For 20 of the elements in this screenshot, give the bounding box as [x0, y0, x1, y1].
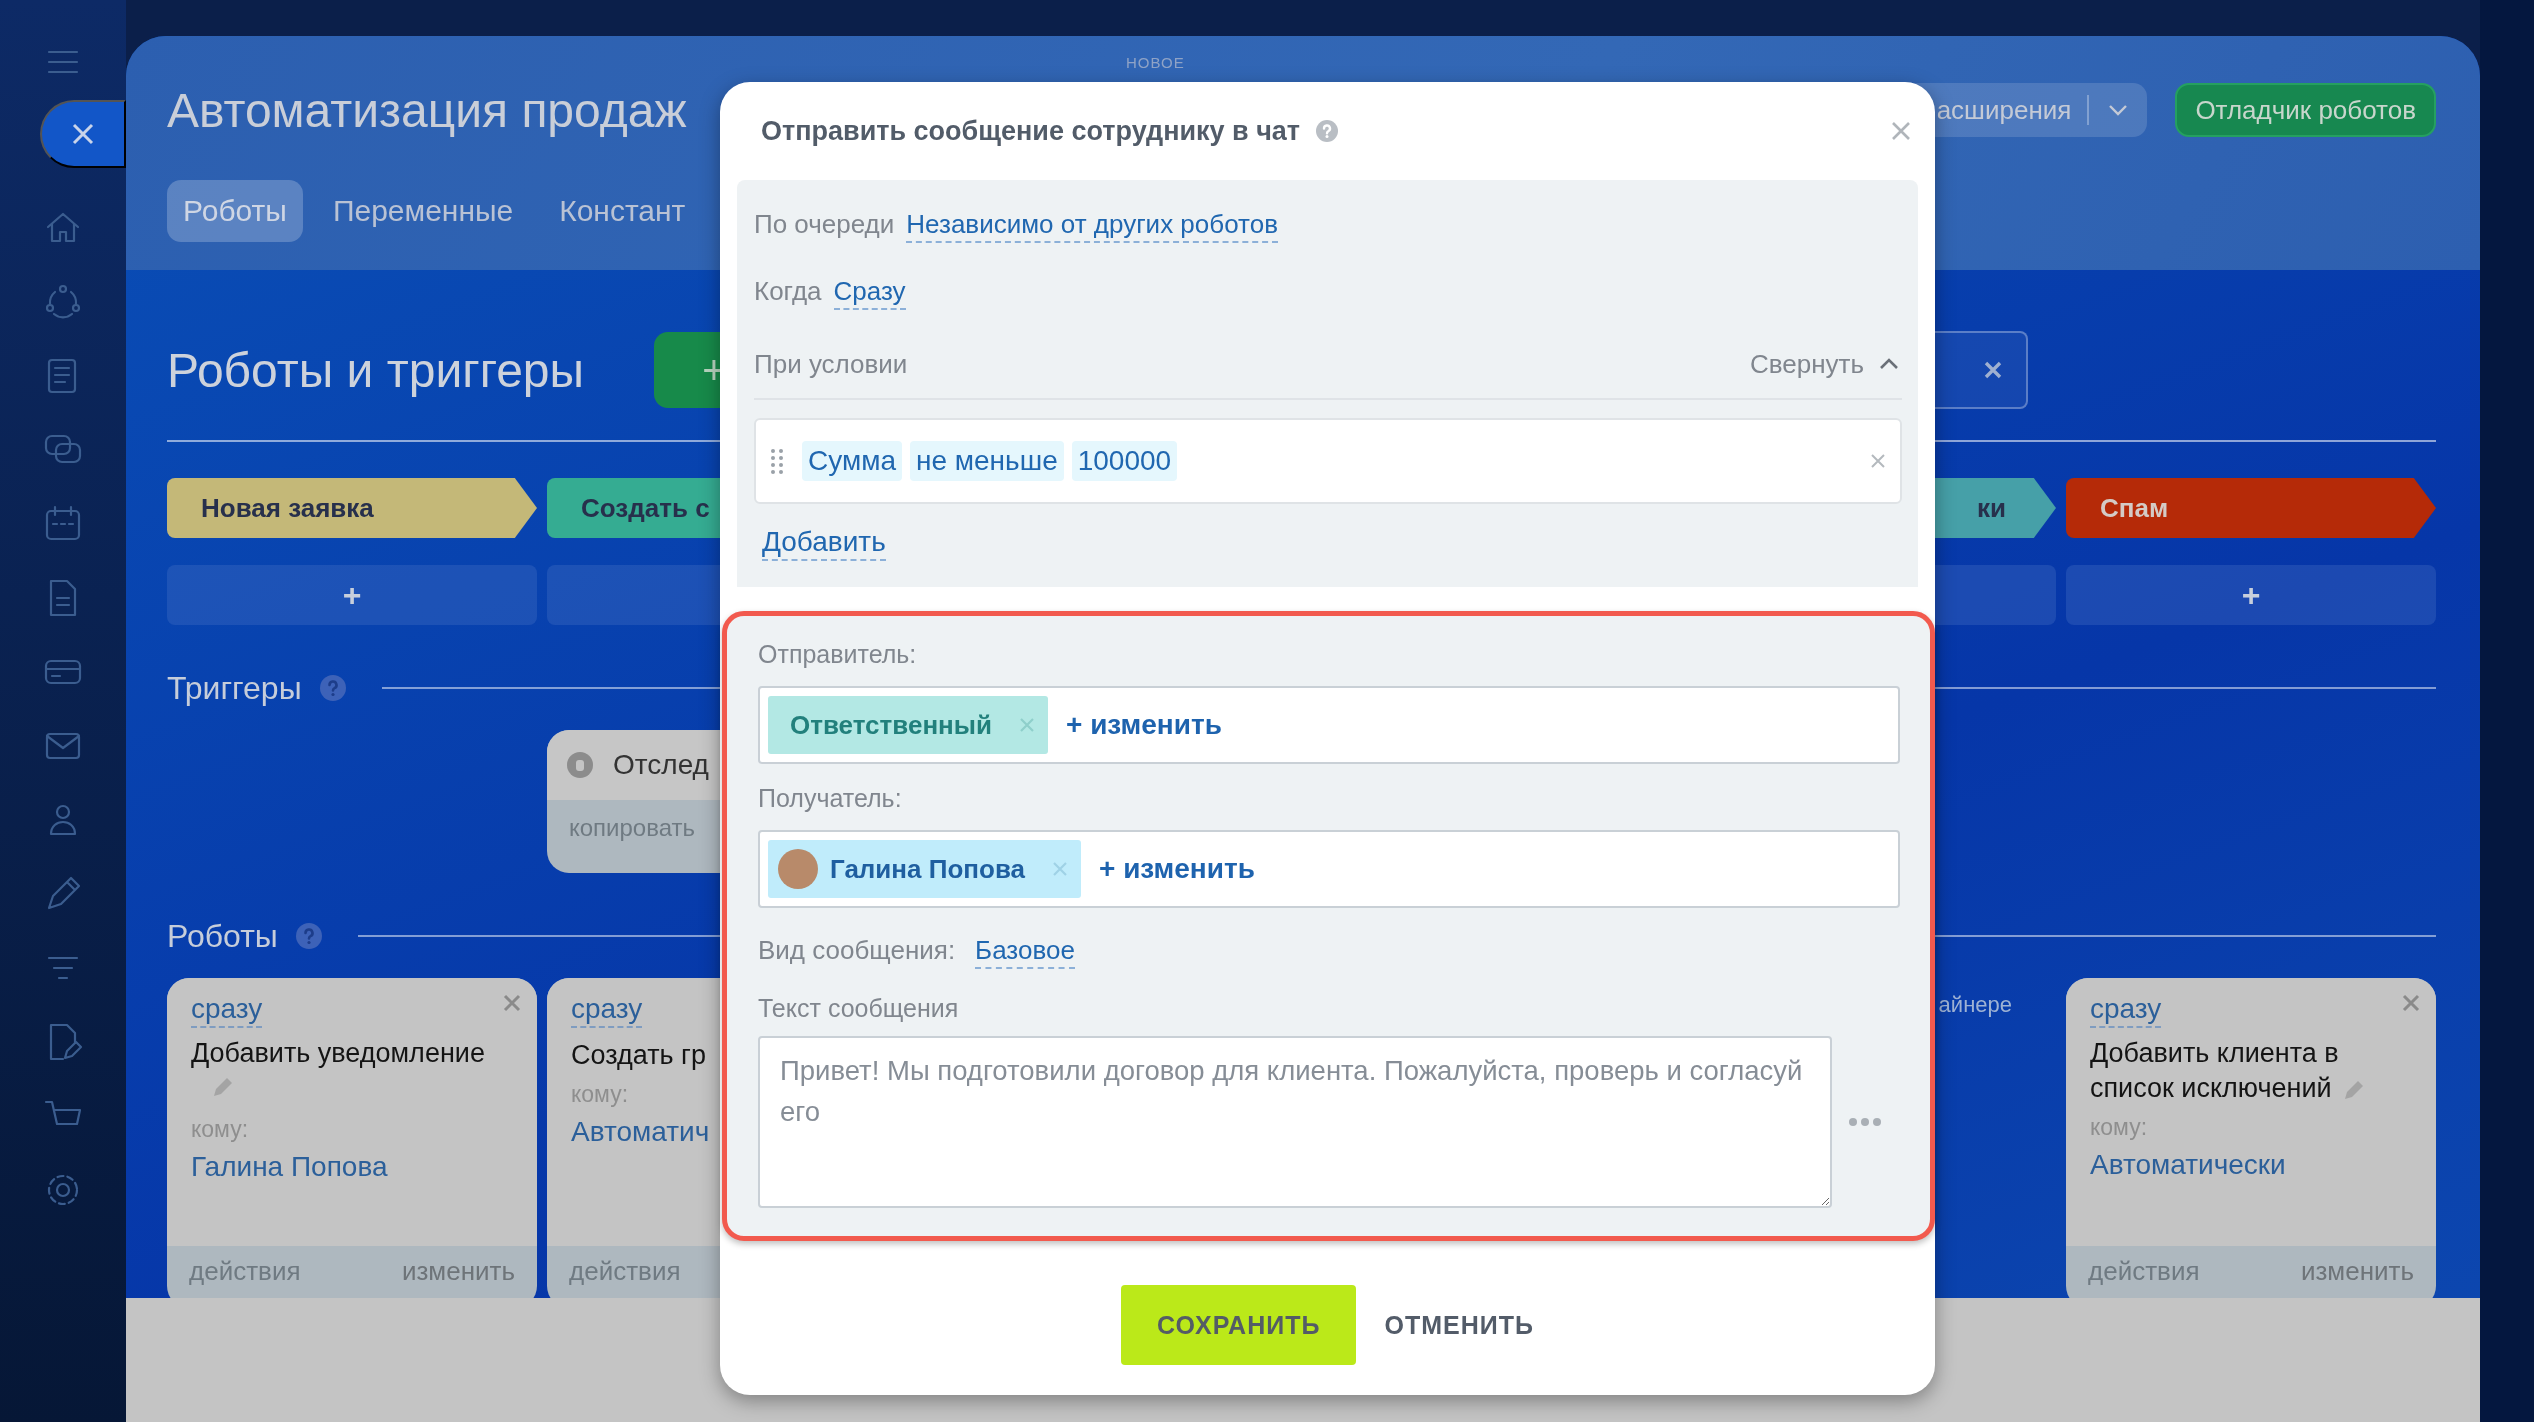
chip-label: Галина Попова — [830, 853, 1025, 885]
field-label: Отправитель: — [758, 640, 918, 670]
trigger-title: Отслед — [613, 749, 709, 781]
field-label: Получатель: — [758, 784, 903, 814]
robot-title: Создать гр — [571, 1039, 706, 1070]
section-title: Роботы и триггеры — [167, 342, 585, 398]
dialog-title: Отправить сообщение сотруднику в чат — [761, 115, 1301, 147]
chip-label: Ответственный — [790, 709, 992, 741]
field-label: Текст сообщения — [758, 994, 960, 1024]
section-heading: Триггеры — [167, 669, 302, 707]
robot-title: Добавить клиента в список исключений — [2090, 1037, 2339, 1103]
top-label: НОВОЕ — [1126, 54, 1185, 71]
section-heading: Роботы — [167, 917, 278, 955]
field-label: По очереди — [754, 209, 895, 240]
robot-note: айнере — [1938, 992, 2012, 1018]
dropdown-label: асширения — [1936, 94, 2072, 126]
robot-title: Добавить уведомление — [191, 1037, 485, 1068]
field-label: Вид сообщения: — [758, 935, 956, 966]
page-title: Автоматизация продаж — [167, 82, 687, 138]
field-label: Когда — [754, 276, 822, 307]
